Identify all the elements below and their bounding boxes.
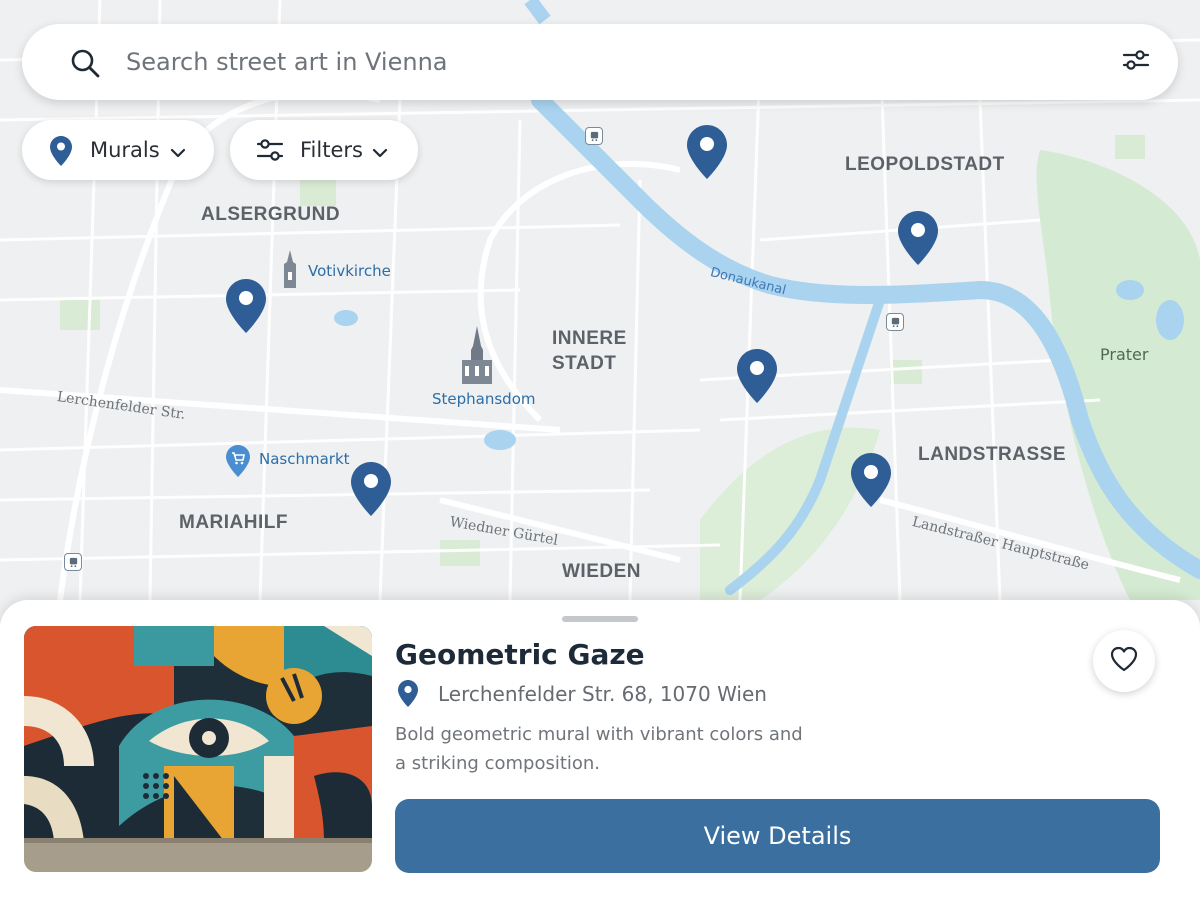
murals-dropdown-chip[interactable]: Murals [22, 120, 214, 180]
mural-pin[interactable] [351, 462, 391, 516]
mural-address: Lerchenfelder Str. 68, 1070 Wien [438, 682, 767, 706]
chevron-down-icon [170, 144, 186, 158]
park-label-prater: Prater [1100, 345, 1149, 364]
mural-description: Bold geometric mural with vibrant colors… [395, 724, 803, 774]
district-label-landstrasse: LANDSTRASSE [918, 444, 1067, 465]
heart-icon [1110, 646, 1138, 676]
filters-dropdown-chip[interactable]: Filters [230, 120, 418, 180]
search-input[interactable] [126, 40, 1086, 84]
sliders-icon [1122, 46, 1150, 78]
mural-detail-sheet: Geometric Gaze Lerchenfelder Str. 68, 10… [0, 600, 1200, 900]
mural-pin[interactable] [226, 279, 266, 333]
map-pin-icon [50, 136, 72, 166]
location-pin-icon [398, 680, 418, 707]
sheet-drag-handle[interactable] [562, 616, 638, 622]
district-label-mariahilf: MARIAHILF [179, 512, 288, 533]
murals-chip-label: Murals [90, 138, 160, 162]
mural-pin[interactable] [737, 349, 777, 403]
search-icon [70, 48, 100, 78]
church-icon [280, 250, 300, 288]
filters-chip-label: Filters [300, 138, 363, 162]
metro-station-icon[interactable] [886, 313, 904, 331]
mural-pin[interactable] [687, 125, 727, 179]
district-label-innere-stadt: INNERE STADT [552, 326, 627, 376]
filter-settings-button[interactable] [1118, 44, 1154, 80]
mural-pin[interactable] [851, 453, 891, 507]
shopping-cart-icon [226, 445, 250, 477]
district-label-leopoldstadt: LEOPOLDSTADT [845, 154, 1005, 175]
sliders-icon [256, 137, 284, 163]
mural-title: Geometric Gaze [395, 638, 645, 671]
district-label-innere-stadt-line2: STADT [552, 353, 617, 374]
mural-pin[interactable] [898, 211, 938, 265]
chevron-down-icon [372, 144, 388, 158]
poi-label-stephansdom[interactable]: Stephansdom [432, 392, 535, 407]
poi-label-naschmarkt[interactable]: Naschmarkt [259, 452, 350, 467]
view-details-button[interactable]: View Details [395, 799, 1160, 873]
district-label-wieden: WIEDEN [562, 561, 641, 582]
cathedral-icon [459, 326, 495, 384]
poi-label-votivkirche[interactable]: Votivkirche [308, 264, 391, 279]
favorite-button[interactable] [1093, 630, 1155, 692]
mural-thumbnail[interactable] [24, 626, 372, 872]
metro-station-icon[interactable] [585, 127, 603, 145]
district-label-innere-stadt-line1: INNERE [552, 328, 627, 349]
district-label-alsergrund: ALSERGRUND [201, 204, 341, 225]
metro-station-icon[interactable] [64, 553, 82, 571]
search-bar[interactable] [22, 24, 1178, 100]
